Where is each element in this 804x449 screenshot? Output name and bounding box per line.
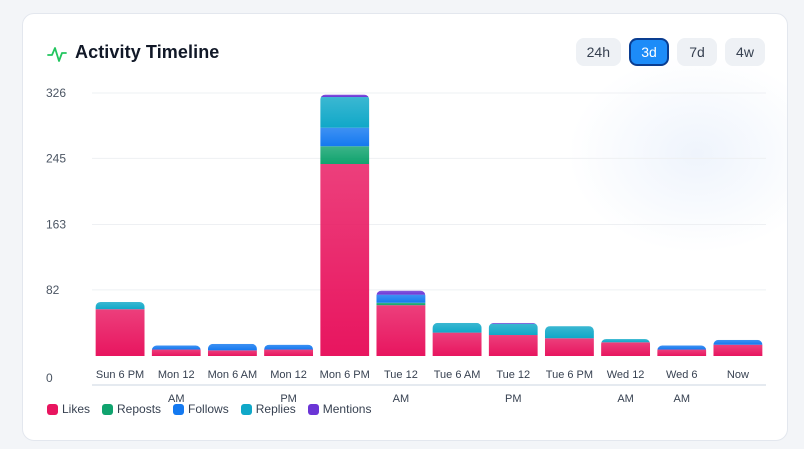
bar-segment-likes[interactable] bbox=[432, 332, 482, 356]
x-tick-label: PM bbox=[505, 393, 522, 405]
bar-segment-likes[interactable] bbox=[320, 163, 370, 356]
bar-segment-replies[interactable] bbox=[432, 322, 482, 333]
y-tick-label: 245 bbox=[46, 151, 66, 165]
bar-9 bbox=[544, 326, 594, 356]
bar-segment-replies[interactable] bbox=[601, 339, 651, 343]
bar-12 bbox=[713, 339, 763, 356]
x-tick-label: Mon 12 bbox=[270, 369, 307, 381]
y-tick-label: 326 bbox=[46, 86, 66, 100]
bar-segment-follows[interactable] bbox=[320, 127, 370, 147]
bar-segment-replies[interactable] bbox=[320, 97, 370, 128]
bar-11 bbox=[657, 345, 707, 356]
bar-segment-replies[interactable] bbox=[544, 326, 594, 339]
bar-segment-likes[interactable] bbox=[601, 342, 651, 356]
bar-segment-likes[interactable] bbox=[713, 344, 763, 356]
bar-segment-follows[interactable] bbox=[207, 343, 257, 351]
y-tick-label: 163 bbox=[46, 218, 66, 232]
bar-segment-reposts[interactable] bbox=[320, 146, 370, 164]
bar-3 bbox=[207, 343, 257, 356]
x-tick-label: Wed 12 bbox=[607, 369, 645, 381]
bar-segment-likes[interactable] bbox=[544, 338, 594, 356]
bar-segment-replies[interactable] bbox=[488, 323, 538, 336]
x-tick-label: Tue 12 bbox=[496, 369, 530, 381]
bar-segment-likes[interactable] bbox=[207, 350, 257, 356]
bar-segment-follows[interactable] bbox=[657, 345, 707, 350]
bar-segment-mentions[interactable] bbox=[488, 322, 538, 324]
bar-segment-likes[interactable] bbox=[376, 305, 426, 356]
bar-segment-replies[interactable] bbox=[95, 301, 145, 310]
x-tick-label: Now bbox=[727, 369, 749, 381]
x-tick-label: Mon 12 bbox=[158, 369, 195, 381]
bar-segment-follows[interactable] bbox=[713, 339, 763, 345]
x-tick-label: Tue 6 AM bbox=[434, 369, 481, 381]
y-tick-label: 0 bbox=[46, 371, 53, 385]
bar-segment-follows[interactable] bbox=[151, 345, 201, 350]
bar-4 bbox=[264, 344, 314, 356]
x-tick-label: AM bbox=[393, 393, 410, 405]
x-tick-label: Mon 6 PM bbox=[320, 369, 370, 381]
bar-segment-reposts[interactable] bbox=[376, 302, 426, 306]
x-tick-label: AM bbox=[168, 393, 185, 405]
bar-10 bbox=[601, 339, 651, 356]
x-tick-label: Wed 6 bbox=[666, 369, 698, 381]
bar-segment-follows[interactable] bbox=[264, 344, 314, 350]
bar-segment-likes[interactable] bbox=[488, 335, 538, 356]
bar-segment-likes[interactable] bbox=[264, 349, 314, 356]
bar-7 bbox=[432, 322, 482, 356]
x-tick-label: AM bbox=[674, 393, 691, 405]
stacked-bar-chart: 0 82 163 245 326 Sun 6 PM Mon 12 AM Mon 6 AM Mon … bbox=[46, 86, 766, 405]
y-tick-label: 82 bbox=[46, 283, 60, 297]
x-tick-label: PM bbox=[280, 393, 297, 405]
bar-segment-mentions[interactable] bbox=[320, 94, 370, 98]
x-tick-label: AM bbox=[617, 393, 634, 405]
bar-segment-likes[interactable] bbox=[657, 349, 707, 356]
bar-8 bbox=[488, 322, 538, 356]
bar-6 bbox=[376, 290, 426, 356]
bar-5 bbox=[320, 94, 370, 356]
bar-segment-follows[interactable] bbox=[376, 294, 426, 303]
x-tick-label: Mon 6 AM bbox=[208, 369, 258, 381]
bar-1 bbox=[95, 301, 145, 356]
bar-segment-likes[interactable] bbox=[151, 349, 201, 356]
x-tick-label: Tue 6 PM bbox=[546, 369, 593, 381]
x-tick-label: Tue 12 bbox=[384, 369, 418, 381]
bar-2 bbox=[151, 345, 201, 356]
bar-segment-mentions[interactable] bbox=[376, 290, 426, 295]
bar-segment-likes[interactable] bbox=[95, 309, 145, 356]
x-tick-label: Sun 6 PM bbox=[96, 369, 144, 381]
